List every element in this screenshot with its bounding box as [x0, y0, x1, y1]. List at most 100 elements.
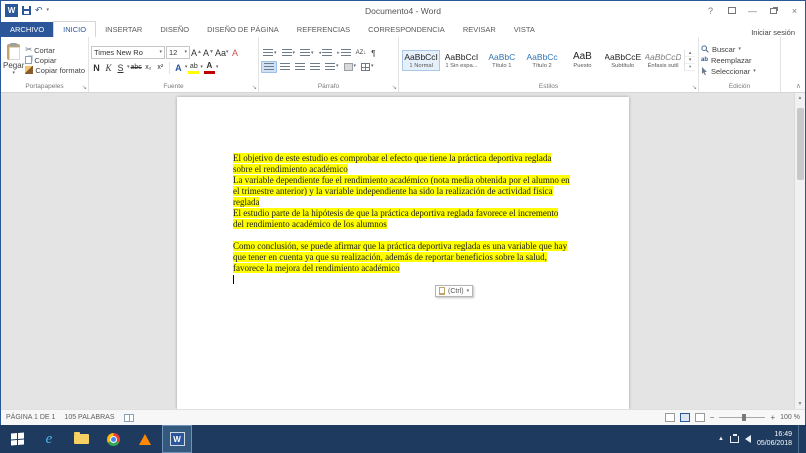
sign-in-link[interactable]: Iniciar sesión — [751, 28, 805, 37]
text-effects-button[interactable]: A — [173, 61, 184, 74]
styles-scroll-up-button[interactable]: ▲ — [685, 50, 695, 57]
styles-scroll-down-button[interactable]: ▼ — [685, 57, 695, 64]
superscript-button[interactable]: x² — [155, 61, 166, 74]
italic-button[interactable]: K — [103, 61, 114, 74]
replace-button[interactable]: ab Reemplazar — [701, 56, 756, 65]
taskbar-internet-explorer[interactable]: e — [34, 425, 64, 453]
font-name-combo[interactable]: Times New Ro ▾ — [91, 46, 165, 59]
tab-archivo[interactable]: ARCHIVO — [1, 22, 54, 37]
start-button[interactable] — [2, 425, 32, 453]
align-right-button[interactable] — [293, 62, 307, 72]
parrafo-dialog-launcher[interactable]: ↘ — [392, 85, 397, 91]
align-left-button[interactable] — [261, 60, 277, 73]
help-button[interactable]: ? — [700, 1, 721, 20]
tab-insertar[interactable]: INSERTAR — [96, 22, 151, 37]
document-paragraph[interactable] — [233, 230, 571, 241]
change-case-button[interactable]: Aa ▾ — [215, 46, 229, 59]
zoom-out-button[interactable]: − — [710, 413, 715, 422]
page-indicator[interactable]: PÁGINA 1 DE 1 — [6, 414, 55, 421]
scroll-up-button[interactable]: ▲ — [798, 94, 803, 102]
tab-referencias[interactable]: REFERENCIAS — [288, 22, 359, 37]
bold-button[interactable]: N — [91, 61, 102, 74]
taskbar-file-explorer[interactable] — [66, 425, 96, 453]
tab-vista[interactable]: VISTA — [505, 22, 544, 37]
select-button[interactable]: Seleccionar ▾ — [701, 67, 756, 76]
sort-button[interactable]: AZ↓ — [354, 49, 369, 57]
tab-correspondencia[interactable]: CORRESPONDENCIA — [359, 22, 454, 37]
find-button[interactable]: Buscar ▾ — [701, 45, 756, 54]
show-desktop-button[interactable] — [798, 425, 803, 453]
document-page[interactable]: El objetivo de este estudio es comprobar… — [177, 97, 629, 409]
subscript-button[interactable]: x₂ — [143, 61, 154, 74]
line-spacing-button[interactable]: ▾ — [323, 62, 341, 72]
numbering-button[interactable]: ▾ — [280, 48, 298, 58]
font-size-combo[interactable]: 12 ▾ — [166, 46, 190, 59]
style-normal[interactable]: AaBbCcI 1 Normal — [402, 49, 441, 71]
style-subtitulo[interactable]: AaBbCcE Subtítulo — [604, 50, 642, 71]
format-painter-button[interactable]: Copiar formato — [24, 66, 86, 75]
shrink-font-button[interactable]: A ▼ — [203, 46, 214, 59]
zoom-slider[interactable] — [719, 414, 766, 421]
style-titulo-2[interactable]: AaBbCc Título 2 — [523, 50, 561, 71]
tab-revisar[interactable]: REVISAR — [454, 22, 505, 37]
decrease-indent-button[interactable]: ◂ — [317, 48, 335, 58]
justify-button[interactable] — [308, 62, 322, 72]
undo-button[interactable]: ↶ — [35, 4, 43, 18]
paste-button[interactable]: Pegar ▾ — [3, 42, 24, 78]
tab-inicio[interactable]: INICIO — [53, 21, 97, 38]
network-icon[interactable] — [729, 433, 739, 443]
style-titulo-1[interactable]: AaBbC Título 1 — [483, 50, 521, 71]
tab-diseno-de-pagina[interactable]: DISEÑO DE PÁGINA — [198, 22, 288, 37]
increase-indent-button[interactable]: ▸ — [335, 48, 353, 58]
document-paragraph[interactable]: Como conclusión, se puede afirmar que la… — [233, 241, 571, 274]
document-paragraph[interactable]: El objetivo de este estudio es comprobar… — [233, 153, 571, 175]
document-paragraph[interactable]: La variable dependiente fue el rendimien… — [233, 175, 571, 208]
scroll-track[interactable] — [795, 102, 805, 400]
scroll-thumb[interactable] — [797, 108, 804, 180]
text-highlight-button[interactable]: ab — [188, 61, 200, 74]
strikethrough-button[interactable]: abc — [131, 61, 142, 74]
spellcheck-icon[interactable] — [123, 413, 134, 422]
zoom-level[interactable]: 100 % — [780, 414, 800, 421]
borders-button[interactable]: ▾ — [359, 62, 376, 72]
align-center-button[interactable] — [278, 62, 292, 72]
save-button[interactable] — [22, 4, 31, 18]
style-puesto[interactable]: AaB Puesto — [563, 50, 601, 71]
print-layout-button[interactable] — [679, 413, 690, 422]
minimize-button[interactable]: — — [742, 1, 763, 20]
collapse-ribbon-button[interactable]: ∧ — [796, 82, 801, 90]
cut-button[interactable]: ✂ Cortar — [24, 46, 86, 55]
taskbar-word-active[interactable]: W — [162, 425, 192, 453]
vertical-scrollbar[interactable]: ▲ ▼ — [794, 93, 805, 409]
style-enfasis-sutil[interactable]: AaBbCcD Énfasis sutil — [644, 50, 682, 71]
underline-button[interactable]: S — [115, 61, 126, 74]
shading-button[interactable]: ▾ — [342, 62, 359, 72]
restore-button[interactable] — [763, 1, 784, 20]
tab-diseno[interactable]: DISEÑO — [151, 22, 198, 37]
paste-options-button[interactable]: (Ctrl) ▾ — [435, 285, 474, 297]
font-color-button[interactable]: A — [203, 61, 215, 74]
grow-font-button[interactable]: A ▲ — [191, 46, 202, 59]
scroll-down-button[interactable]: ▼ — [798, 400, 803, 408]
ribbon-display-options-button[interactable] — [721, 1, 742, 20]
taskbar-chrome[interactable] — [98, 425, 128, 453]
copy-button[interactable]: Copiar — [24, 56, 86, 65]
multilevel-list-button[interactable]: ▾ — [298, 48, 316, 58]
zoom-slider-thumb[interactable] — [742, 414, 747, 421]
zoom-in-button[interactable]: + — [770, 413, 775, 422]
tray-expand-button[interactable]: ▲ — [718, 436, 724, 442]
styles-more-button[interactable]: ▾ — [685, 64, 695, 71]
portapapeles-dialog-launcher[interactable]: ↘ — [82, 85, 87, 91]
style-sin-espaciado[interactable]: AaBbCcI 1 Sin espa... — [442, 50, 480, 71]
word-app-icon[interactable]: W — [5, 4, 18, 17]
word-count[interactable]: 105 PALABRAS — [64, 414, 114, 421]
qat-customize-button[interactable]: ▾ — [47, 4, 50, 18]
estilos-dialog-launcher[interactable]: ↘ — [692, 85, 697, 91]
bullets-button[interactable]: ▾ — [261, 48, 279, 58]
document-paragraph[interactable]: El estudio parte de la hipótesis de que … — [233, 208, 571, 230]
taskbar-vlc[interactable] — [130, 425, 160, 453]
web-layout-button[interactable] — [694, 413, 705, 422]
read-mode-button[interactable] — [664, 413, 675, 422]
close-button[interactable]: × — [784, 1, 805, 20]
show-marks-button[interactable]: ¶ — [369, 48, 377, 59]
